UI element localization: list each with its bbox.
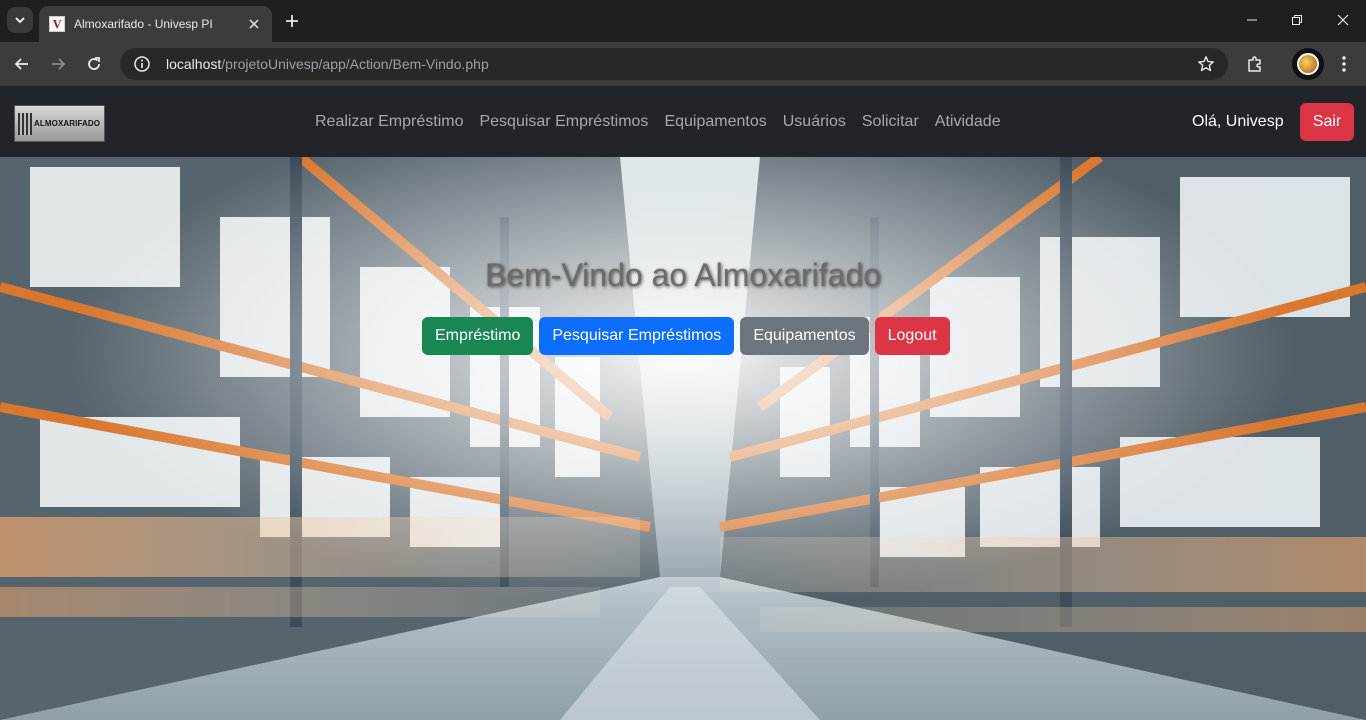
nav-link-realizar-emprestimo[interactable]: Realizar Empréstimo	[307, 110, 471, 134]
back-icon[interactable]	[8, 50, 36, 78]
hero-logout-button[interactable]: Logout	[874, 317, 950, 355]
url-text: localhost/projetoUnivesp/app/Action/Bem-…	[166, 56, 489, 72]
site-logo[interactable]: ALMOXARIFADO	[14, 105, 105, 142]
forward-icon[interactable]	[44, 50, 72, 78]
nav-link-solicitar[interactable]: Solicitar	[854, 110, 927, 134]
hero-buttons: Empréstimo Pesquisar Empréstimos Equipam…	[422, 317, 950, 355]
nav-link-usuarios[interactable]: Usuários	[775, 110, 854, 134]
maximize-icon[interactable]	[1274, 0, 1319, 40]
kebab-menu-icon[interactable]	[1330, 50, 1358, 78]
tab-search-icon[interactable]	[7, 7, 33, 33]
pesquisar-emprestimos-button[interactable]: Pesquisar Empréstimos	[539, 317, 735, 355]
user-greeting: Olá, Univesp	[1192, 113, 1284, 130]
close-icon[interactable]	[246, 16, 262, 32]
profile-avatar[interactable]	[1292, 48, 1324, 80]
equipamentos-button[interactable]: Equipamentos	[740, 317, 869, 355]
browser-toolbar: localhost/projetoUnivesp/app/Action/Bem-…	[0, 42, 1366, 86]
hero-section: Bem-Vindo ao Almoxarifado Empréstimo Pes…	[0, 157, 1366, 720]
hero-title: Bem-Vindo ao Almoxarifado	[484, 257, 882, 293]
reload-icon[interactable]	[80, 50, 108, 78]
plus-icon[interactable]	[280, 9, 304, 33]
favicon-icon: V	[49, 16, 65, 32]
address-bar[interactable]: localhost/projetoUnivesp/app/Action/Bem-…	[120, 48, 1228, 80]
url-host: localhost	[166, 56, 222, 72]
url-path: /projetoUnivesp/app/Action/Bem-Vindo.php	[221, 56, 489, 72]
browser-tabstrip: V Almoxarifado - Univesp PI	[0, 0, 1366, 42]
extensions-icon[interactable]	[1241, 50, 1269, 78]
logo-text: ALMOXARIFADO	[34, 119, 101, 128]
emprestimo-button[interactable]: Empréstimo	[422, 317, 534, 355]
site-info-icon[interactable]	[132, 54, 152, 74]
minimize-icon[interactable]	[1229, 0, 1274, 40]
site-navbar: ALMOXARIFADO Realizar Empréstimo Pesquis…	[0, 86, 1366, 157]
logo-barcode-icon	[18, 112, 32, 135]
nav-link-atividade[interactable]: Atividade	[927, 110, 1009, 134]
star-icon[interactable]	[1196, 54, 1216, 74]
nav-link-equipamentos[interactable]: Equipamentos	[656, 110, 774, 134]
browser-tab[interactable]: V Almoxarifado - Univesp PI	[39, 6, 272, 42]
logout-button[interactable]: Sair	[1300, 103, 1354, 141]
nav-link-pesquisar-emprestimos[interactable]: Pesquisar Empréstimos	[471, 110, 656, 134]
avatar-image	[1297, 53, 1319, 75]
tab-title: Almoxarifado - Univesp PI	[74, 17, 213, 31]
warehouse-background-image	[0, 157, 1366, 720]
nav-links: Realizar Empréstimo Pesquisar Empréstimo…	[307, 110, 1009, 134]
window-close-icon[interactable]	[1320, 0, 1365, 40]
